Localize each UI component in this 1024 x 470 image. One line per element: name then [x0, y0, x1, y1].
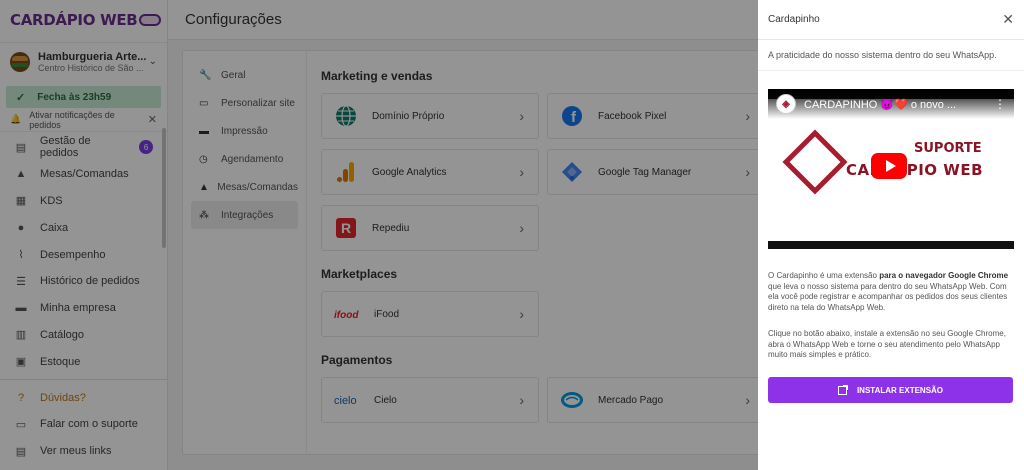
video-title-bar: ◈ CARDAPINHO 😈❤️ o novo ...	[768, 89, 1014, 119]
cardapinho-drawer: Cardapinho ✕ A praticidade do nosso sist…	[758, 0, 1024, 470]
play-button-icon[interactable]	[871, 153, 907, 179]
drawer-description: O Cardapinho é uma extensão para o naveg…	[758, 271, 1024, 313]
modal-backdrop[interactable]	[0, 0, 758, 470]
description-highlight: para o navegador Google Chrome	[879, 271, 1009, 280]
drawer-title: Cardapinho	[768, 14, 820, 25]
video-title[interactable]: CARDAPINHO 😈❤️ o novo ...	[804, 98, 956, 111]
close-icon[interactable]: ✕	[1002, 11, 1014, 28]
description-part-1: O Cardapinho é uma extensão	[768, 271, 880, 280]
drawer-subtitle: A praticidade do nosso sistema dentro do…	[758, 40, 1024, 71]
external-link-icon	[837, 384, 848, 395]
cardapio-web-logo-mark	[782, 129, 848, 195]
youtube-video-player[interactable]: SUPORTE CARDÁPIO WEB ◈ CARDAPINHO 😈❤️ o …	[768, 89, 1014, 249]
install-extension-label: INSTALAR EXTENSÃO	[856, 385, 944, 395]
description-part-2: que leva o nosso sistema para dentro do …	[768, 281, 1008, 312]
channel-avatar-icon[interactable]: ◈	[776, 94, 796, 114]
install-extension-button[interactable]: INSTALAR EXTENSÃO	[768, 377, 1013, 403]
more-options-icon[interactable]: ⋮	[994, 97, 1006, 111]
drawer-instructions: Clique no botão abaixo, instale a extens…	[768, 329, 1006, 359]
video-thumbnail-text-1: SUPORTE	[914, 141, 982, 156]
video-thumbnail-text-2: CARDÁPIO WEB	[846, 161, 984, 179]
drawer-header: Cardapinho ✕	[758, 0, 1024, 40]
